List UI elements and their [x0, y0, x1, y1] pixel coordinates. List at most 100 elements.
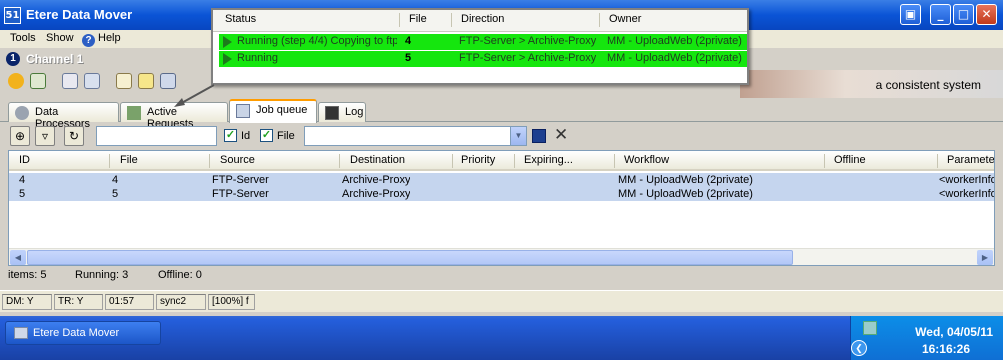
popup-column-status: Status	[225, 13, 257, 25]
status-bar: DM: Y TR: Y 01:57 sync2 [100%] f	[0, 290, 1003, 312]
search-input[interactable]	[96, 126, 217, 146]
cell-source: FTP-Server	[212, 174, 269, 186]
app-icon: 51	[4, 7, 21, 24]
chevron-down-icon[interactable]: ▼	[510, 127, 526, 145]
close-filter-icon[interactable]: ✕	[554, 125, 568, 145]
column-header-parameters[interactable]: Paramete	[947, 154, 994, 166]
popup-cell-status: Running (step 4/4) Copying to ftp	[237, 35, 397, 47]
play-icon	[223, 53, 232, 65]
column-header-id[interactable]: ID	[19, 154, 30, 166]
column-header-priority[interactable]: Priority	[461, 154, 495, 166]
column-separator	[514, 154, 515, 168]
column-header-destination[interactable]: Destination	[350, 154, 405, 166]
column-header-workflow[interactable]: Workflow	[624, 154, 669, 166]
close-button[interactable]: ✕	[976, 4, 997, 25]
popup-cell-owner: MM - UploadWeb (2private)	[607, 52, 742, 64]
settings-icon[interactable]	[84, 73, 100, 89]
popup-header: Status File Direction Owner	[213, 10, 747, 32]
add-filter-button[interactable]: ⊕	[10, 126, 30, 146]
tray-date[interactable]: Wed, 04/05/11	[915, 325, 993, 339]
column-separator	[614, 154, 615, 168]
cell-file: 5	[112, 188, 119, 200]
restore-tray-button[interactable]: ▣	[900, 4, 921, 25]
column-separator	[824, 154, 825, 168]
popup-column-file: File	[409, 13, 427, 25]
status-tr: TR: Y	[54, 294, 103, 310]
message-icon[interactable]	[138, 73, 154, 89]
column-header-source[interactable]: Source	[220, 154, 255, 166]
queue-summary: items: 5 Running: 3 Offline: 0	[0, 267, 1003, 283]
maximize-button[interactable]: □	[953, 4, 974, 25]
column-header-expiring[interactable]: Expiring...	[524, 154, 573, 166]
scroll-left-icon[interactable]: ◀	[10, 250, 26, 265]
pencil-icon	[127, 106, 141, 120]
save-icon[interactable]	[532, 129, 546, 143]
status-popup: Status File Direction Owner Running (ste…	[211, 8, 749, 85]
menu-tools[interactable]: Tools	[10, 32, 36, 44]
column-separator	[339, 154, 340, 168]
tab-job-queue[interactable]: Job queue	[229, 99, 317, 123]
scroll-right-icon[interactable]: ▶	[977, 250, 993, 265]
channel-label: Channel 1	[26, 52, 84, 66]
taskbar-app-label: Etere Data Mover	[33, 327, 120, 339]
popup-cell-file: 5	[405, 52, 412, 64]
refresh-icon[interactable]	[30, 73, 46, 89]
column-separator	[399, 13, 400, 27]
menu-help-label: Help	[98, 32, 121, 44]
table-header: ID File Source Destination Priority Expi…	[9, 151, 994, 171]
filter-button[interactable]: ▿	[35, 126, 55, 146]
add-icon: ⊕	[14, 129, 26, 143]
column-separator	[209, 154, 210, 168]
scrollbar-thumb[interactable]	[27, 250, 793, 265]
offline-count: Offline: 0	[158, 269, 202, 281]
popup-cell-status: Running	[237, 52, 278, 64]
popup-cell-direction: FTP-Server > Archive-Proxy	[459, 52, 597, 64]
id-checkbox[interactable]: ✓	[224, 129, 237, 142]
brand-banner: a consistent system	[740, 70, 1003, 98]
app-window-icon	[14, 327, 28, 339]
document-icon[interactable]	[116, 73, 132, 89]
cell-destination: Archive-Proxy	[342, 174, 411, 186]
minimize-button[interactable]: _	[930, 4, 951, 25]
filter-combo[interactable]: ▼	[304, 126, 527, 146]
taskbar-app-button[interactable]: Etere Data Mover	[5, 321, 161, 345]
channel-number-badge: 1	[6, 52, 20, 66]
help-icon: ?	[82, 34, 95, 47]
tab-data-processors[interactable]: Data Processors	[8, 102, 119, 130]
tray-expand-icon[interactable]: ❮	[851, 340, 867, 356]
gear-icon	[15, 106, 29, 120]
column-separator	[937, 154, 938, 168]
menu-show[interactable]: Show	[46, 32, 74, 44]
column-header-file[interactable]: File	[120, 154, 138, 166]
cell-parameters: <workerInfo	[939, 174, 995, 186]
cell-workflow: MM - UploadWeb (2private)	[618, 174, 753, 186]
taskbar: Etere Data Mover ❮ Wed, 04/05/11 16:16:2…	[0, 316, 1003, 360]
tab-log[interactable]: Log	[318, 102, 366, 122]
column-separator	[451, 13, 452, 27]
popup-cell-file: 4	[405, 35, 412, 47]
network-icon[interactable]	[863, 321, 877, 335]
running-count: Running: 3	[75, 269, 129, 281]
tab-strip: Data Processors Active Requests Job queu…	[0, 98, 1003, 130]
popup-pointer-arrow	[174, 84, 215, 107]
file-checkbox[interactable]: ✓	[260, 129, 273, 142]
cell-destination: Archive-Proxy	[342, 188, 411, 200]
banner-slogan: a consistent system	[875, 78, 981, 92]
menu-help[interactable]: ? Help	[82, 32, 121, 47]
cell-workflow: MM - UploadWeb (2private)	[618, 188, 753, 200]
status-sync: sync2	[156, 294, 206, 310]
play-icon	[223, 36, 232, 48]
tab-log-label: Log	[345, 106, 364, 118]
table-row[interactable]: 4 4 FTP-Server Archive-Proxy MM - Upload…	[9, 173, 995, 187]
status-time: 01:57	[105, 294, 154, 310]
table-row[interactable]: 5 5 FTP-Server Archive-Proxy MM - Upload…	[9, 187, 994, 201]
cell-source: FTP-Server	[212, 188, 269, 200]
list-view-icon[interactable]	[62, 73, 78, 89]
column-separator	[452, 154, 453, 168]
popup-row: Running 5 FTP-Server > Archive-Proxy MM …	[219, 51, 747, 67]
column-header-offline[interactable]: Offline	[834, 154, 866, 166]
refresh-button[interactable]: ↻	[64, 126, 84, 146]
tray-clock[interactable]: 16:16:26	[922, 342, 970, 356]
stop-icon[interactable]	[8, 73, 24, 89]
horizontal-scrollbar[interactable]: ◀ ▶	[9, 248, 994, 265]
